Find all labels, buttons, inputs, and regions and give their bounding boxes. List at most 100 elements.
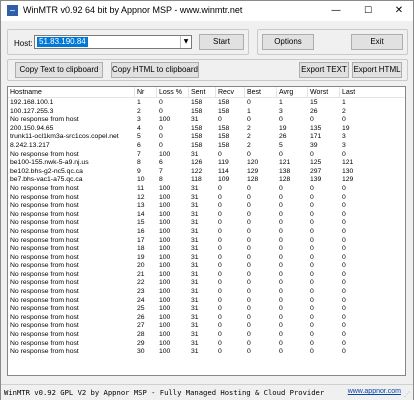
cell-best: 0: [247, 262, 251, 270]
table-row[interactable]: No response from host 18 100 31 0 0 0 0 0: [8, 245, 405, 254]
column-header-nr[interactable]: Nr: [135, 87, 157, 98]
column-header-loss[interactable]: Loss %: [157, 87, 189, 98]
cell-hostname: be100-155.nwk-5-a9.nj.us: [10, 159, 89, 167]
table-row[interactable]: No response from host 25 100 31 0 0 0 0 0: [8, 305, 405, 314]
cell-loss: 8: [159, 176, 163, 184]
copy-text-button[interactable]: Copy Text to clipboard: [15, 62, 103, 78]
close-icon[interactable]: ✕: [384, 1, 414, 21]
column-header-best[interactable]: Best: [245, 87, 277, 98]
cell-nr: 4: [137, 124, 141, 132]
table-row[interactable]: be100-155.nwk-5-a9.nj.us 8 6 126 119 120 121 12…: [8, 159, 405, 168]
table-row[interactable]: No response from host 24 100 31 0 0 0 0 0: [8, 296, 405, 306]
cell-last: 0: [342, 150, 346, 158]
table-row[interactable]: trunk11-ocl1km3a-src1cos.copel.net 5 0 158 1…: [8, 133, 405, 142]
cell-last: 0: [342, 210, 346, 218]
table-row[interactable]: No response from host 20 100 31 0 0 0 0 0: [8, 262, 405, 271]
column-header-avrg[interactable]: Avrg: [277, 87, 308, 98]
cell-recv: 0: [218, 193, 222, 201]
cell-nr: 11: [137, 184, 145, 192]
appnor-link[interactable]: www.appnor.com: [348, 388, 401, 395]
table-row[interactable]: No response from host 14 100 31 0 0 0 0 0: [8, 210, 405, 220]
cell-best: 0: [247, 288, 251, 296]
table-row[interactable]: No response from host 21 100 31 0 0 0 0 0: [8, 270, 405, 280]
cell-avrg: 0: [279, 313, 283, 321]
host-input[interactable]: 51.83.190.84: [37, 37, 88, 47]
table-row[interactable]: No response from host 29 100 31 0 0 0 0 0: [8, 339, 405, 349]
cell-best: 0: [247, 210, 251, 218]
table-row[interactable]: No response from host 3 100 31 0 0 0 0 0: [8, 116, 405, 125]
table-row[interactable]: No response from host 7 100 31 0 0 0 0 0: [8, 150, 405, 160]
host-combobox[interactable]: 51.83.190.84 ▼: [34, 35, 192, 49]
cell-hostname: No response from host: [10, 262, 79, 270]
table-row[interactable]: 192.168.100.1 1 0 158 158 0 1 15 1: [8, 99, 405, 108]
cell-worst: 0: [310, 253, 314, 261]
export-html-button[interactable]: Export HTML: [352, 62, 402, 78]
table-row[interactable]: No response from host 30 100 31 0 0 0 0 0: [8, 348, 405, 357]
table-row[interactable]: No response from host 28 100 31 0 0 0 0 0: [8, 331, 405, 340]
cell-sent: 158: [191, 141, 203, 149]
cell-avrg: 0: [279, 236, 283, 244]
cell-last: 130: [342, 167, 354, 175]
table-row[interactable]: No response from host 11 100 31 0 0 0 0 0: [8, 184, 405, 194]
exit-button[interactable]: Exit: [351, 34, 403, 50]
table-row[interactable]: No response from host 23 100 31 0 0 0 0 0: [8, 288, 405, 297]
cell-sent: 31: [191, 236, 199, 244]
resize-grip-icon[interactable]: ⋰: [404, 391, 412, 399]
table-row[interactable]: No response from host 19 100 31 0 0 0 0 0: [8, 253, 405, 263]
table-row[interactable]: No response from host 13 100 31 0 0 0 0 0: [8, 202, 405, 211]
table-row[interactable]: No response from host 16 100 31 0 0 0 0 0: [8, 227, 405, 237]
cell-avrg: 0: [279, 245, 283, 253]
cell-avrg: 19: [279, 124, 287, 132]
cell-best: 0: [247, 296, 251, 304]
cell-recv: 119: [218, 159, 229, 167]
table-row[interactable]: be7.bhs-vac1-a75.qc.ca 10 8 118 109 128 128 139…: [8, 176, 405, 185]
column-header-hostname[interactable]: Hostname: [8, 87, 135, 98]
cell-best: 0: [247, 184, 251, 192]
table-row[interactable]: No response from host 17 100 31 0 0 0 0 0: [8, 236, 405, 246]
cell-recv: 158: [218, 107, 230, 115]
cell-recv: 0: [218, 150, 222, 158]
cell-sent: 31: [191, 262, 199, 270]
results-table[interactable]: Hostname Nr Loss % Sent Recv Best Avrg W…: [7, 86, 406, 376]
options-button[interactable]: Options: [262, 34, 314, 50]
cell-loss: 100: [159, 348, 171, 356]
cell-worst: 26: [310, 107, 318, 115]
cell-hostname: trunk11-ocl1km3a-src1cos.copel.net: [10, 133, 119, 141]
cell-hostname: No response from host: [10, 339, 79, 347]
export-text-button[interactable]: Export TEXT: [299, 62, 349, 78]
table-row[interactable]: 200.150.94.65 4 0 158 158 2 19 135 19: [8, 124, 405, 134]
table-row[interactable]: No response from host 22 100 31 0 0 0 0 0: [8, 279, 405, 288]
column-header-worst[interactable]: Worst: [308, 87, 340, 98]
table-row[interactable]: No response from host 27 100 31 0 0 0 0 0: [8, 322, 405, 331]
maximize-icon[interactable]: ☐: [353, 1, 383, 21]
cell-loss: 0: [159, 99, 163, 106]
table-row[interactable]: No response from host 12 100 31 0 0 0 0 0: [8, 193, 405, 203]
cell-avrg: 0: [279, 270, 283, 278]
copy-html-button[interactable]: Copy HTML to clipboard: [111, 62, 199, 78]
cell-last: 3: [342, 141, 346, 149]
column-header-sent[interactable]: Sent: [189, 87, 216, 98]
cell-recv: 0: [218, 245, 222, 253]
column-header-recv[interactable]: Recv: [216, 87, 245, 98]
cell-sent: 31: [191, 270, 199, 278]
start-button[interactable]: Start: [199, 34, 244, 50]
cell-recv: 0: [218, 322, 222, 330]
table-row[interactable]: No response from host 26 100 31 0 0 0 0 0: [8, 313, 405, 323]
cell-loss: 100: [159, 150, 171, 158]
table-row[interactable]: 100.127.255.3 2 0 158 158 1 3 26 2: [8, 107, 405, 117]
minimize-icon[interactable]: —: [321, 1, 351, 21]
cell-worst: 0: [310, 150, 314, 158]
cell-last: 0: [342, 227, 346, 235]
table-body: 192.168.100.1 1 0 158 158 0 1 15 1 100.127.255.3 2…: [8, 99, 405, 357]
cell-nr: 3: [137, 116, 141, 124]
chevron-down-icon[interactable]: ▼: [180, 36, 191, 48]
table-row[interactable]: be102.bhs-g2-nc5.qc.ca 9 7 122 114 129 138 297 1…: [8, 167, 405, 177]
table-row[interactable]: 8.242.13.217 6 0 158 158 2 5 39 3: [8, 141, 405, 151]
cell-recv: 0: [218, 288, 222, 296]
cell-sent: 31: [191, 339, 199, 347]
cell-nr: 28: [137, 331, 145, 339]
column-header-last[interactable]: Last: [340, 87, 405, 98]
table-row[interactable]: No response from host 15 100 31 0 0 0 0 0: [8, 219, 405, 228]
cell-sent: 122: [191, 167, 203, 175]
cell-worst: 0: [310, 339, 314, 347]
